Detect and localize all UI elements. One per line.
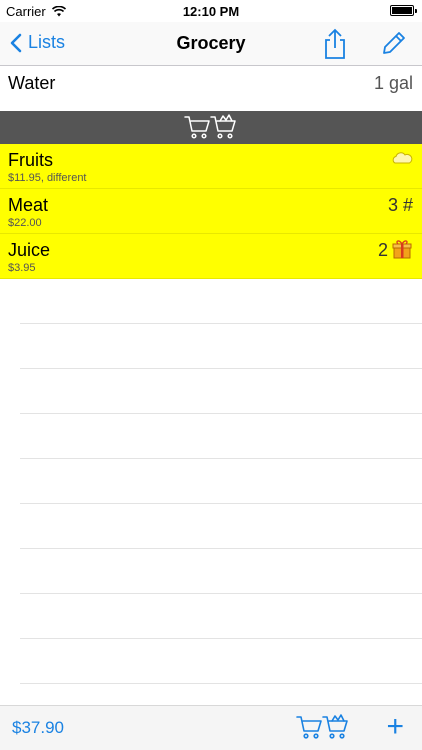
navigation-bar: Lists Grocery [0, 22, 422, 66]
bottom-toolbar: $37.90 + [0, 705, 422, 750]
checked-list-item[interactable]: Fruits $11.95, different [0, 144, 422, 189]
status-time: 12:10 PM [182, 4, 240, 19]
item-subtitle: $22.00 [8, 217, 42, 229]
item-subtitle: $3.95 [8, 262, 36, 274]
empty-row-separator [20, 638, 422, 639]
empty-row-separator [20, 683, 422, 684]
empty-row-separator [20, 368, 422, 369]
share-button[interactable] [320, 28, 350, 60]
item-quantity: 3 # [387, 195, 413, 215]
item-subtitle: $11.95, different [8, 172, 87, 184]
list-item[interactable]: Water 1 gal [0, 66, 422, 111]
empty-row-separator [20, 548, 422, 549]
status-bar: Carrier 12:10 PM [0, 0, 422, 22]
shopping-carts-icon [296, 714, 348, 739]
empty-row-separator [20, 503, 422, 504]
edit-button[interactable] [380, 29, 408, 57]
add-item-button[interactable]: + [386, 712, 404, 742]
empty-row-separator [20, 413, 422, 414]
gift-icon [392, 240, 412, 259]
checked-list-item[interactable]: Juice $3.95 2 [0, 234, 422, 279]
share-icon [325, 28, 345, 59]
item-name: Water [8, 73, 56, 93]
shopping-carts-button[interactable] [296, 714, 350, 746]
total-price: $37.90 [12, 718, 64, 737]
pencil-icon [383, 32, 405, 54]
page-title: Grocery [176, 33, 246, 53]
cloud-icon [392, 152, 413, 164]
empty-row-separator [20, 323, 422, 324]
item-name: Juice [8, 240, 51, 260]
empty-row-separator [20, 593, 422, 594]
item-name: Fruits [8, 150, 53, 170]
shopping-carts-icon [184, 114, 236, 139]
cart-section-header [0, 111, 422, 144]
checked-list-item[interactable]: Meat $22.00 3 # [0, 189, 422, 234]
item-name: Meat [8, 195, 49, 215]
empty-row-separator [20, 458, 422, 459]
battery-icon [390, 5, 417, 16]
item-quantity: 1 gal [373, 73, 413, 93]
item-quantity: 2 [377, 240, 388, 260]
